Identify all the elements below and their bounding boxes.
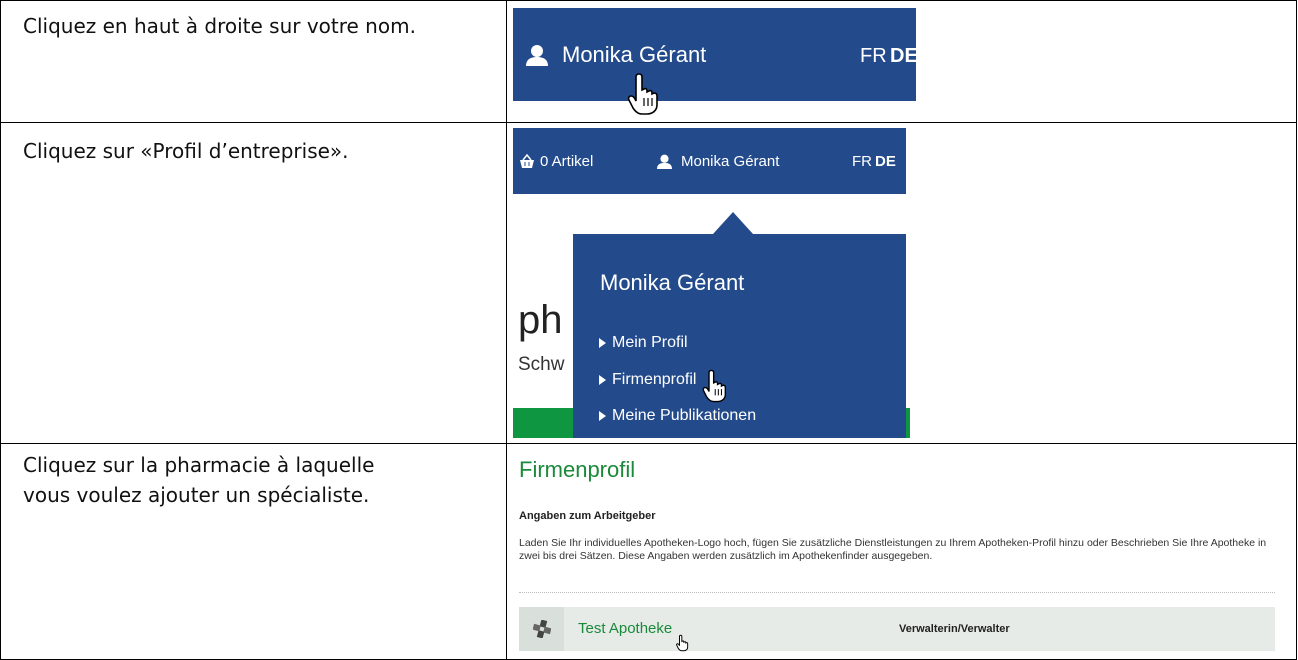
basket-icon <box>520 154 534 168</box>
menu-item-label: Firmenprofil <box>612 371 697 388</box>
lang-fr-link[interactable]: FR <box>852 153 872 170</box>
lang-fr-link[interactable]: FR <box>860 45 887 68</box>
dropdown-caret <box>713 212 753 234</box>
instruction-line: Cliquez sur «Profil d’entreprise». <box>23 139 349 163</box>
table-border-right <box>1296 0 1297 660</box>
cart-label: 0 Artikel <box>540 153 594 170</box>
section-heading: Angaben zum Arbeitgeber <box>519 510 656 522</box>
hand-cursor-icon <box>702 369 727 403</box>
table-border-row2 <box>0 443 1297 444</box>
table-border-middle <box>506 0 507 660</box>
triangle-right-icon <box>599 338 606 348</box>
instruction-step-1: Cliquez en haut à droite sur votre nom. <box>23 11 416 41</box>
user-menu-trigger[interactable]: Monika Gérant <box>657 153 779 170</box>
table-border-top <box>0 0 1297 1</box>
pharmacy-icon-cell <box>519 607 564 651</box>
section-description: Laden Sie Ihr individuelles Apotheken-Lo… <box>519 537 1267 562</box>
screenshot-header-bar: Monika Gérant FR DE <box>513 8 918 101</box>
instruction-line: Cliquez en haut à droite sur votre nom. <box>23 14 416 38</box>
pharmacy-role: Verwalterin/Verwalter <box>899 623 1010 635</box>
hand-cursor-icon <box>627 73 658 115</box>
user-icon <box>526 45 548 66</box>
lang-de-link[interactable]: DE <box>875 153 896 170</box>
user-menu-trigger[interactable]: Monika Gérant <box>526 42 706 68</box>
dropdown-title: Monika Gérant <box>600 270 745 295</box>
page-title: Firmenprofil <box>519 457 636 482</box>
menu-item-mein-profil[interactable]: Mein Profil <box>599 334 688 352</box>
divider <box>519 592 1275 593</box>
instruction-line: Cliquez sur la pharmacie à laquelle <box>23 453 375 477</box>
instruction-line: vous voulez ajouter un spécialiste. <box>23 483 370 507</box>
instruction-step-3: Cliquez sur la pharmacie à laquelle vous… <box>23 450 374 510</box>
user-icon <box>657 154 672 169</box>
pharmacy-name-link[interactable]: Test Apotheke <box>578 620 672 637</box>
lang-de-link[interactable]: DE <box>890 45 918 68</box>
table-border-left <box>0 0 1 660</box>
table-border-row1 <box>0 122 1297 123</box>
menu-item-label: Meine Publikationen <box>612 407 757 424</box>
pharmacy-cross-icon <box>532 620 551 638</box>
menu-item-firmenprofil[interactable]: Firmenprofil <box>599 371 696 389</box>
menu-item-label: Mein Profil <box>612 334 688 351</box>
user-name: Monika Gérant <box>681 153 780 170</box>
user-dropdown-menu: Monika Gérant Mein Profil Firmenprofil M… <box>573 234 906 438</box>
user-name: Monika Gérant <box>562 42 707 67</box>
instruction-step-2: Cliquez sur «Profil d’entreprise». <box>23 136 349 166</box>
menu-item-meine-publikationen[interactable]: Meine Publikationen <box>599 407 756 425</box>
pharmacy-row[interactable]: Test Apotheke Verwalterin/Verwalter <box>519 607 1275 651</box>
screenshot-header-bar: 0 Artikel Monika Gérant FR DE <box>513 128 906 194</box>
background-page-text: Schw <box>518 354 565 375</box>
triangle-right-icon <box>599 411 606 421</box>
background-page-text: ph <box>518 298 563 342</box>
hand-cursor-icon <box>676 634 689 652</box>
cart-link[interactable]: 0 Artikel <box>519 153 593 170</box>
triangle-right-icon <box>599 375 606 385</box>
